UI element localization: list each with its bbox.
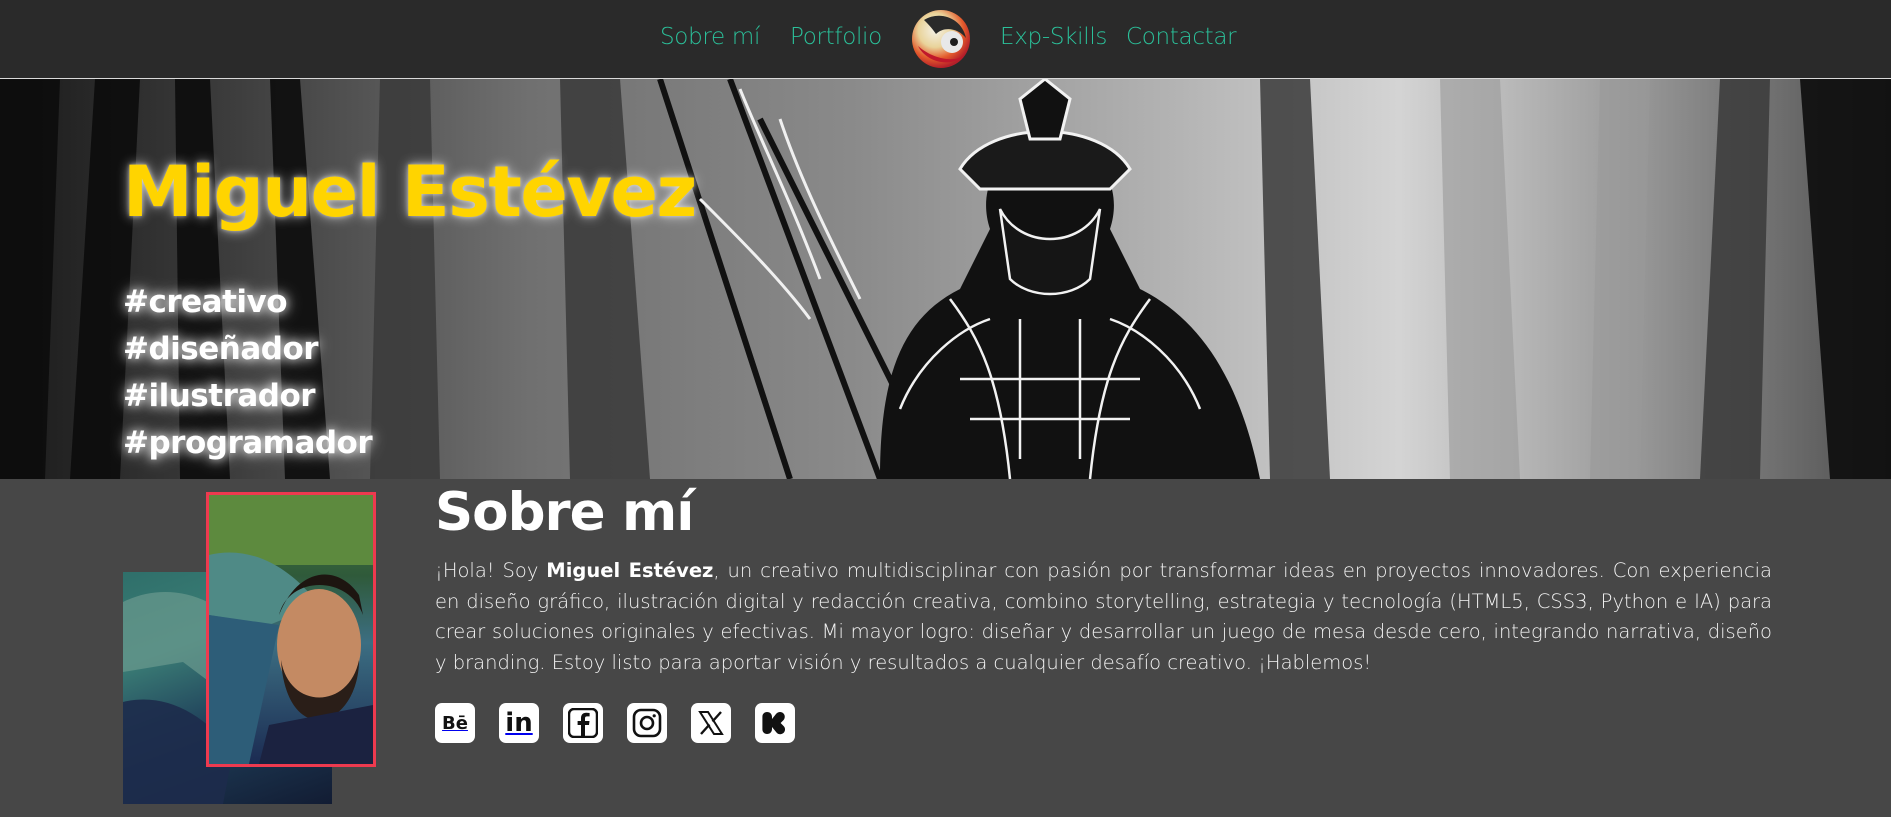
hero-tags: #creativo #diseñador #ilustrador #progra…	[123, 279, 373, 467]
nav-link-exp-skills[interactable]: Exp-Skills	[1000, 24, 1107, 50]
tag-ilustrador: #ilustrador	[123, 378, 316, 414]
linkedin-icon[interactable]: in	[499, 703, 539, 743]
tag-disenador: #diseñador	[123, 331, 319, 367]
nav-link-sobre-mi[interactable]: Sobre mí	[660, 24, 760, 50]
linkedin-glyph: in	[505, 708, 533, 738]
behance-icon[interactable]: Bē	[435, 703, 475, 743]
about-description: ¡Hola! Soy Miguel Estévez, un creativo m…	[435, 556, 1772, 678]
x-glyph	[698, 711, 724, 735]
facebook-glyph	[568, 708, 598, 738]
kickstarter-icon[interactable]	[755, 703, 795, 743]
x-icon[interactable]	[691, 703, 731, 743]
hero-banner: Miguel Estévez #creativo #diseñador #ilu…	[0, 79, 1891, 479]
instagram-icon[interactable]	[627, 703, 667, 743]
nav-link-portfolio[interactable]: Portfolio	[790, 24, 882, 50]
about-intro: ¡Hola! Soy	[435, 559, 547, 582]
top-navigation: Sobre mí Portfolio Exp-Skills Contactar	[0, 0, 1891, 79]
about-name: Miguel Estévez	[546, 559, 714, 582]
profile-photo	[206, 492, 376, 767]
instagram-glyph	[632, 708, 662, 738]
tag-programador: #programador	[123, 425, 373, 461]
kickstarter-glyph	[762, 712, 786, 735]
facebook-icon[interactable]	[563, 703, 603, 743]
nav-link-contactar[interactable]: Contactar	[1126, 24, 1237, 50]
hero-name: Miguel Estévez	[123, 151, 697, 233]
tag-creativo: #creativo	[123, 284, 288, 320]
about-title: Sobre mí	[435, 482, 694, 543]
logo-icon[interactable]	[910, 8, 972, 70]
behance-glyph: Bē	[442, 712, 468, 734]
